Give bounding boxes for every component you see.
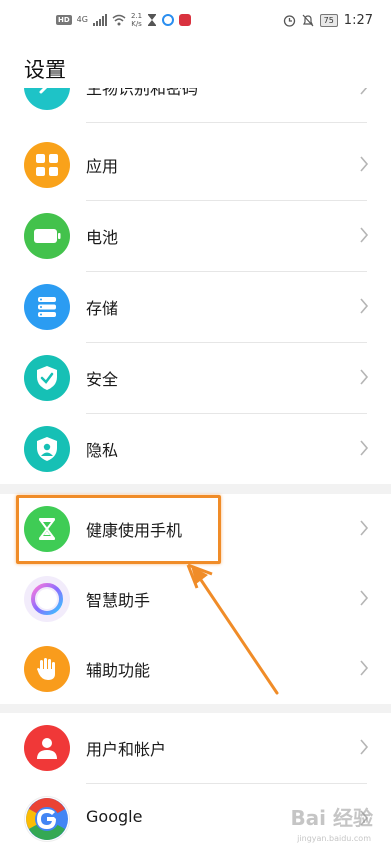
- chevron-right-icon: [360, 156, 369, 172]
- user-icon: [24, 725, 70, 771]
- shield-check-icon: [24, 355, 70, 401]
- settings-item-label: 智慧助手: [86, 591, 151, 610]
- chevron-right-icon: [360, 590, 369, 606]
- app-notify-icon: [162, 14, 175, 26]
- divider: [86, 122, 367, 123]
- chevron-right-icon: [360, 440, 369, 456]
- chevron-right-icon: [360, 739, 369, 755]
- highlight-box: [16, 495, 221, 564]
- settings-item-label: 安全: [86, 370, 119, 389]
- settings-item-label: 存储: [86, 299, 119, 318]
- page-title-overlay: 设置: [24, 58, 66, 82]
- storage-icon: [24, 284, 70, 330]
- settings-item-label: Google: [86, 807, 143, 826]
- watermark: Bai 经验: [290, 806, 373, 830]
- net-speed-value: 2.1: [130, 12, 143, 20]
- network-type: 4G: [76, 15, 88, 24]
- hourglass-status-icon: [148, 14, 157, 26]
- chevron-right-icon: [360, 298, 369, 314]
- settings-item-privacy[interactable]: 隐私: [0, 414, 391, 484]
- battery-icon: [24, 213, 70, 259]
- settings-item-battery[interactable]: 电池: [0, 201, 391, 271]
- settings-item-assistant[interactable]: 智慧助手: [0, 564, 391, 634]
- watermark-url: jingyan.baidu.com: [297, 834, 371, 843]
- google-icon: [24, 796, 70, 842]
- mute-bell-icon: [302, 14, 314, 26]
- status-bar: HD 4G 2.1 K/s 75 1:27: [0, 0, 391, 40]
- status-right: 75 1:27: [283, 11, 373, 29]
- settings-item-security[interactable]: 安全: [0, 343, 391, 413]
- chevron-right-icon: [360, 520, 369, 536]
- settings-item-accessibility[interactable]: 辅助功能: [0, 634, 391, 704]
- apps-grid-icon: [24, 142, 70, 188]
- alarm-icon: [283, 14, 295, 27]
- privacy-shield-icon: [24, 426, 70, 472]
- clock: 1:27: [343, 12, 373, 28]
- chevron-right-icon: [360, 660, 369, 676]
- chevron-right-icon: [360, 369, 369, 385]
- settings-item-label: 辅助功能: [86, 661, 151, 680]
- net-speed-unit: K/s: [131, 20, 142, 28]
- settings-item-storage[interactable]: 存储: [0, 272, 391, 342]
- battery-level: 75: [319, 13, 338, 27]
- settings-item-label: 电池: [86, 228, 119, 247]
- huawei-app-icon: [179, 14, 192, 26]
- settings-item-label: 用户和帐户: [86, 740, 167, 759]
- settings-item-apps[interactable]: 应用: [0, 130, 391, 200]
- status-left: HD 4G 2.1 K/s: [56, 11, 192, 29]
- assistant-orb-icon: [24, 576, 70, 622]
- signal-icon: [92, 14, 107, 26]
- settings-item-label: 应用: [86, 157, 119, 176]
- chevron-right-icon: [360, 227, 369, 243]
- wifi-icon: [112, 14, 126, 26]
- settings-item-label: 隐私: [86, 441, 119, 460]
- hd-badge: HD: [56, 15, 72, 25]
- net-speed: 2.1 K/s: [131, 12, 142, 28]
- settings-item-users-accounts[interactable]: 用户和帐户: [0, 713, 391, 783]
- hand-icon: [24, 646, 70, 692]
